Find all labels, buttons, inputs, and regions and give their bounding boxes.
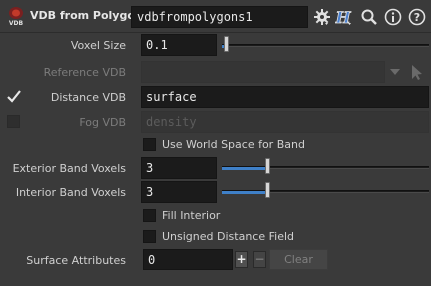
exterior-band-field[interactable]: 3 (141, 157, 217, 179)
fill-interior-label: Fill Interior (162, 209, 221, 222)
interior-band-field[interactable]: 3 (141, 181, 217, 203)
add-attribute-button[interactable]: + (235, 251, 248, 268)
surface-attributes-count-field[interactable]: 0 (143, 249, 233, 270)
unsigned-distance-label: Unsigned Distance Field (162, 230, 294, 243)
node-chooser-icon (412, 65, 422, 80)
exterior-band-slider-handle[interactable] (265, 158, 270, 174)
reference-vdb-field (141, 61, 385, 83)
vdb-node-icon: VDB (9, 7, 24, 27)
use-world-space-checkbox[interactable] (143, 138, 156, 151)
exterior-band-slider-fill (222, 167, 267, 170)
exterior-band-slider[interactable] (222, 166, 429, 170)
interior-band-slider[interactable] (222, 190, 429, 194)
interior-band-slider-fill (222, 191, 267, 194)
exterior-band-label: Exterior Band Voxels (12, 162, 126, 175)
fog-vdb-field: density (141, 111, 429, 133)
reference-vdb-label: Reference VDB (43, 66, 126, 79)
surface-attributes-label: Surface Attributes (26, 254, 126, 267)
vdb-icon-text: VDB (9, 20, 24, 27)
fill-interior-checkbox[interactable] (143, 209, 156, 222)
voxel-size-field[interactable]: 0.1 (141, 34, 217, 56)
svg-text:?: ? (414, 11, 420, 24)
node-name-input[interactable]: vdbfrompolygons1 (131, 6, 308, 28)
fog-vdb-label: Fog VDB (79, 116, 126, 129)
use-world-space-label: Use World Space for Band (162, 138, 305, 151)
voxel-size-slider[interactable] (222, 44, 429, 48)
help-h-icon[interactable]: H (335, 8, 353, 26)
clear-attributes-button[interactable]: Clear (269, 249, 328, 270)
gear-icon[interactable] (313, 8, 331, 26)
voxel-size-label: Voxel Size (70, 39, 126, 52)
voxel-size-slider-handle[interactable] (224, 36, 229, 52)
distance-vdb-label: Distance VDB (50, 91, 126, 104)
remove-attribute-button[interactable]: − (253, 251, 266, 268)
search-icon[interactable] (360, 8, 378, 26)
interior-band-label: Interior Band Voxels (15, 186, 126, 199)
interior-band-slider-handle[interactable] (265, 182, 270, 198)
distance-vdb-field[interactable]: surface (141, 86, 429, 108)
info-icon[interactable] (384, 8, 402, 26)
dropdown-arrow-icon (390, 69, 400, 75)
help-question-icon[interactable]: ? (408, 8, 426, 26)
unsigned-distance-checkbox[interactable] (143, 230, 156, 243)
